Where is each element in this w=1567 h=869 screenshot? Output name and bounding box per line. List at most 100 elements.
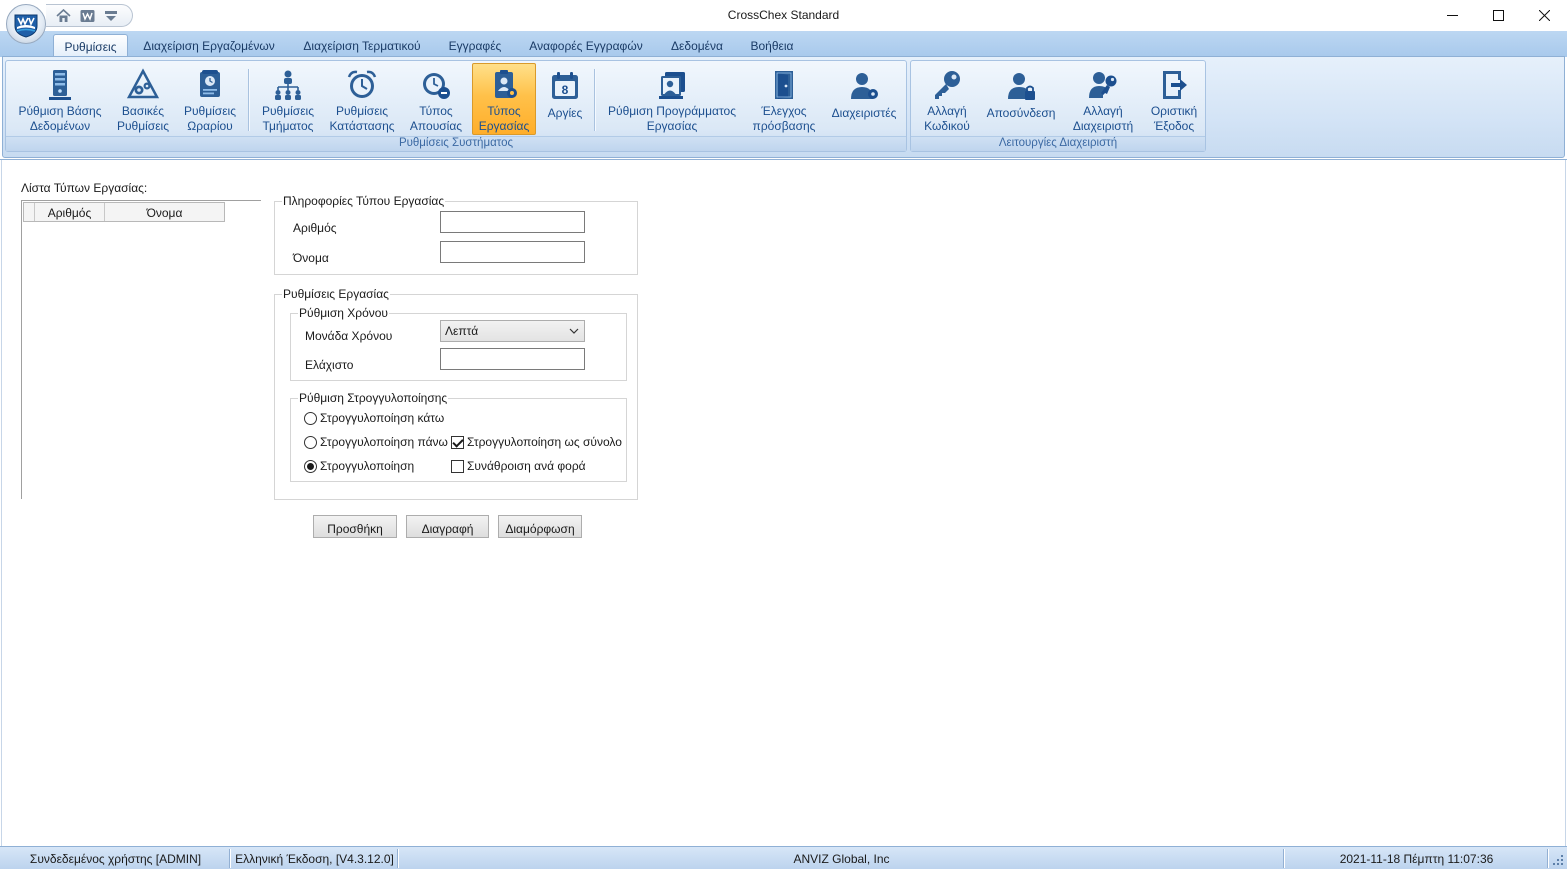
round-up-option[interactable]: Στρογγυλοποίηση πάνω	[304, 435, 451, 449]
name-label: Όνομα	[293, 251, 329, 265]
svg-text:8: 8	[562, 83, 569, 97]
status-settings-label: Ρυθμίσεις Κατάστασης	[329, 104, 395, 133]
absence-type-button[interactable]: Τύπος Απουσίας	[404, 63, 468, 135]
tab-help[interactable]: Βοήθεια	[742, 34, 802, 57]
tab-records[interactable]: Εγγραφές	[441, 34, 509, 57]
time-setting-legend: Ρύθμιση Χρόνου	[298, 306, 389, 320]
time-unit-value: Λεπτά	[445, 324, 479, 338]
column-header-name[interactable]: Όνομα	[105, 203, 224, 221]
schedule-settings-button[interactable]: Ρυθμίσεις Ωραρίου	[178, 63, 242, 135]
tab-terminal-management[interactable]: Διαχείριση Τερματικού	[294, 34, 430, 57]
work-type-info-legend: Πληροφορίες Τύπου Εργασίας	[282, 194, 446, 208]
round-total-label: Στρογγυλοποίηση ως σύνολο	[467, 435, 622, 449]
tab-data[interactable]: Δεδομένα	[663, 34, 731, 57]
key-icon	[929, 68, 965, 102]
add-button[interactable]: Προσθήκη	[313, 515, 397, 538]
name-input[interactable]	[440, 241, 585, 263]
title-bar: CrossChex Standard	[0, 0, 1567, 44]
ribbon-separator	[248, 69, 249, 131]
change-admin-button[interactable]: Αλλαγή Διαχειριστή	[1065, 63, 1141, 135]
logout-button[interactable]: Αποσύνδεση	[983, 63, 1059, 135]
logout-lock-user-icon	[1003, 68, 1039, 104]
round-total-checkbox[interactable]	[451, 435, 464, 449]
work-schedule-settings-label: Ρύθμιση Προγράμματος Εργασίας	[608, 104, 736, 133]
resize-grip-icon[interactable]	[1551, 853, 1565, 867]
alarm-clock-icon	[344, 68, 380, 102]
access-door-icon	[766, 68, 802, 102]
sum-each-time-checkbox[interactable]	[451, 459, 464, 473]
access-control-button[interactable]: Έλεγχος πρόσβασης	[748, 63, 820, 135]
ribbon-tab-strip: Ρυθμίσεις Διαχείριση Εργαζομένων Διαχείρ…	[0, 31, 1567, 57]
database-settings-label: Ρύθμιση Βάσης Δεδομένων	[18, 104, 102, 133]
round-down-option[interactable]: Στρογγυλοποίηση κάτω	[304, 411, 444, 425]
round-total-option[interactable]: Στρογγυλοποίηση ως σύνολο	[451, 435, 622, 449]
status-company: ANVIZ Global, Inc	[400, 849, 1284, 868]
app-menu-button[interactable]	[6, 4, 46, 44]
logout-label: Αποσύνδεση	[986, 106, 1056, 120]
work-type-list-title: Λίστα Τύπων Εργασίας:	[21, 181, 148, 195]
work-schedule-settings-button[interactable]: Ρύθμιση Προγράμματος Εργασίας	[602, 63, 742, 135]
minimize-button[interactable]	[1429, 0, 1475, 31]
status-bar: Συνδεδεμένος χρήστης [ADMIN] Ελληνική Έκ…	[0, 846, 1567, 869]
maximize-button[interactable]	[1475, 0, 1521, 31]
exit-door-icon	[1156, 68, 1192, 102]
round-radio[interactable]	[304, 459, 317, 473]
work-type-badge-icon	[486, 68, 522, 102]
status-settings-button[interactable]: Ρυθμίσεις Κατάστασης	[324, 63, 400, 135]
round-down-radio[interactable]	[304, 411, 317, 425]
number-label: Αριθμός	[293, 221, 337, 235]
maximize-icon	[1492, 10, 1504, 21]
window-controls	[1429, 0, 1567, 31]
round-down-label: Στρογγυλοποίηση κάτω	[320, 411, 445, 425]
sum-each-time-label: Συνάθροιση ανά φορά	[467, 459, 586, 473]
time-unit-select[interactable]: Λεπτά	[440, 320, 585, 342]
list-header-spacer	[24, 203, 35, 221]
holidays-button[interactable]: 8 Αργίες	[540, 63, 590, 135]
basic-settings-gears-icon	[125, 68, 161, 102]
database-server-icon	[42, 68, 78, 102]
work-settings-legend: Ρυθμίσεις Εργασίας	[282, 287, 390, 301]
window-title: CrossChex Standard	[727, 8, 840, 22]
change-admin-label: Αλλαγή Διαχειριστή	[1072, 104, 1134, 133]
work-type-list[interactable]: Αριθμός Όνομα	[21, 200, 261, 499]
work-type-label: Τύπος Εργασίας	[478, 104, 530, 133]
ribbon-group-label: Ρυθμίσεις Συστήματος	[6, 136, 906, 151]
change-password-button[interactable]: Αλλαγή Κωδικού	[915, 63, 979, 135]
ribbon-group-admin-functions: Αλλαγή Κωδικού Αποσύνδεση Αλλαγή Διαχειρ…	[910, 60, 1206, 152]
change-admin-key-icon	[1085, 68, 1121, 102]
department-settings-button[interactable]: Ρυθμίσεις Τμήματος	[256, 63, 320, 135]
administrators-icon	[846, 68, 882, 104]
delete-button[interactable]: Διαγραφή	[406, 515, 489, 538]
round-up-radio[interactable]	[304, 435, 317, 449]
administrators-button[interactable]: Διαχειριστές	[826, 63, 902, 135]
number-input[interactable]	[440, 211, 585, 233]
status-logged-user: Συνδεδεμένος χρήστης [ADMIN]	[2, 849, 230, 868]
tab-record-reports[interactable]: Αναφορές Εγγραφών	[520, 34, 652, 57]
holiday-calendar-icon: 8	[547, 68, 583, 104]
absence-clock-icon	[418, 68, 454, 102]
status-version: Ελληνική Έκδοση, [V4.3.12.0]	[232, 849, 398, 868]
close-button[interactable]	[1521, 0, 1567, 31]
minimum-input[interactable]	[440, 348, 585, 370]
edit-button[interactable]: Διαμόρφωση	[498, 515, 582, 538]
exit-label: Οριστική Έξοδος	[1150, 104, 1198, 133]
round-up-label: Στρογγυλοποίηση πάνω	[320, 435, 448, 449]
ribbon-panel: Ρύθμιση Βάσης Δεδομένων Βασικές Ρυθμίσει…	[2, 56, 1565, 158]
basic-settings-label: Βασικές Ρυθμίσεις	[116, 104, 170, 133]
schedule-scroll-icon	[192, 68, 228, 102]
database-settings-button[interactable]: Ρύθμιση Βάσης Δεδομένων	[12, 63, 108, 135]
round-option[interactable]: Στρογγυλοποίηση	[304, 459, 414, 473]
exit-button[interactable]: Οριστική Έξοδος	[1145, 63, 1203, 135]
sum-each-time-option[interactable]: Συνάθροιση ανά φορά	[451, 459, 586, 473]
ribbon-separator	[594, 69, 595, 131]
basic-settings-button[interactable]: Βασικές Ρυθμίσεις	[112, 63, 174, 135]
column-header-number[interactable]: Αριθμός	[35, 203, 105, 221]
tab-employee-management[interactable]: Διαχείριση Εργαζομένων	[135, 34, 283, 57]
ribbon-group-label: Λειτουργίες Διαχειριστή	[911, 136, 1205, 151]
work-type-button[interactable]: Τύπος Εργασίας	[472, 63, 536, 135]
status-datetime: 2021-11-18 Πέμπτη 11:07:36	[1286, 849, 1548, 868]
list-header: Αριθμός Όνομα	[23, 202, 225, 222]
tab-settings[interactable]: Ρυθμίσεις	[53, 34, 128, 57]
access-control-label: Έλεγχος πρόσβασης	[752, 104, 816, 133]
administrators-label: Διαχειριστές	[831, 106, 897, 120]
